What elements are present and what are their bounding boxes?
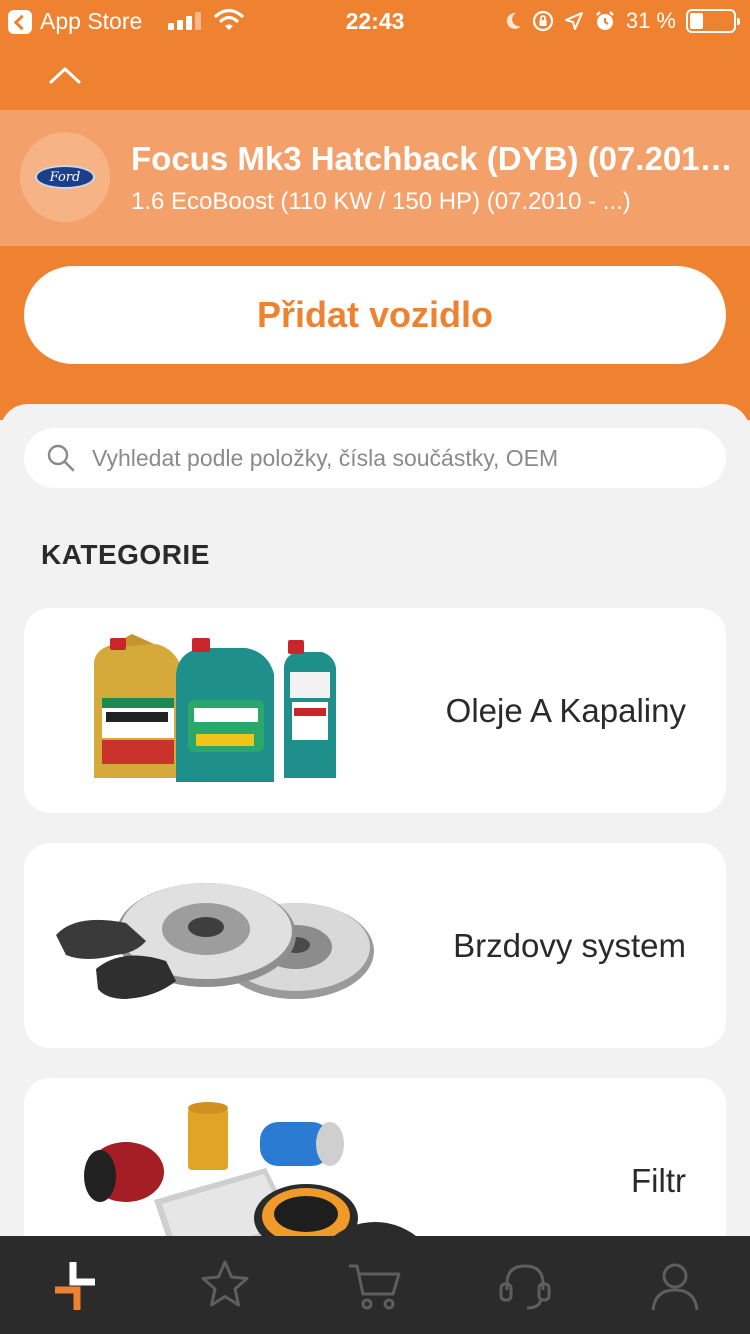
category-label: Oleje A Kapaliny [445,691,686,729]
cart-icon[interactable] [345,1256,405,1316]
battery-level [690,13,703,29]
user-icon[interactable] [645,1256,705,1316]
moon-icon [506,12,521,29]
vehicle-title: Focus Mk3 Hatchback (DYB) (07.2010 - ...… [131,140,736,177]
home-logo-icon[interactable] [45,1256,105,1316]
vehicle-engine: 1.6 EcoBoost (110 KW / 150 HP) (07.2010 … [131,188,631,215]
selected-vehicle[interactable]: Ford Focus Mk3 Hatchback (DYB) (07.2010 … [0,110,750,246]
categories-heading: KATEGORIE [41,539,210,570]
star-icon[interactable] [195,1256,255,1316]
location-icon [564,12,583,30]
search-input[interactable] [92,428,712,488]
chevron-up-icon[interactable] [48,60,82,90]
orientation-lock-icon [532,10,553,32]
ford-logo: Ford [35,165,95,189]
search-icon [47,444,75,472]
headset-icon[interactable] [495,1256,555,1316]
search-bar[interactable] [24,428,726,488]
battery-icon [686,9,740,33]
alarm-icon [595,11,614,30]
category-card-brakes[interactable]: Brzdovy system [24,843,726,1048]
add-vehicle-button[interactable]: Přidat vozidlo [24,266,726,364]
status-bar: App Store 22:43 31 % [0,0,750,44]
category-card-oils[interactable]: Oleje A Kapaliny [24,608,726,813]
brand-logo-badge: Ford [20,132,110,222]
battery-percentage: 31 % [625,8,676,33]
category-label: Brzdovy system [453,926,686,964]
oil-bottles-image [93,634,336,782]
brake-discs-image [56,883,374,999]
